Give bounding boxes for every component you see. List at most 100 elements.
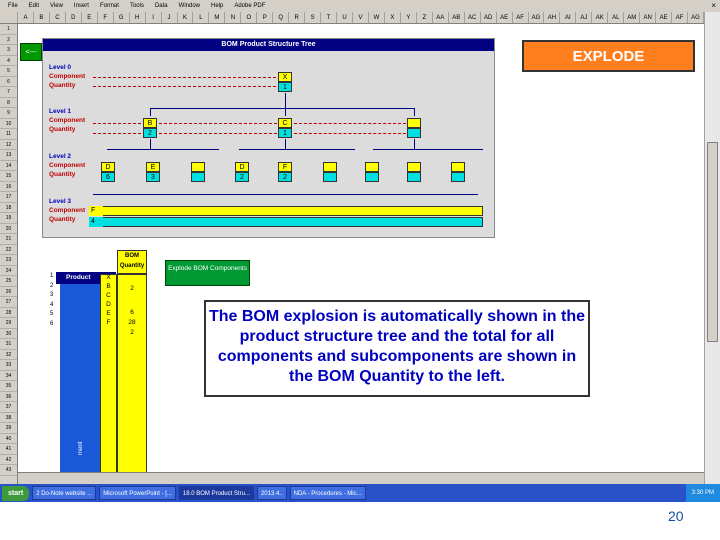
- row-header-cell[interactable]: 16: [0, 182, 17, 192]
- row-header-cell[interactable]: 38: [0, 413, 17, 423]
- column-header-cell[interactable]: AJ: [576, 12, 593, 23]
- row-header-cell[interactable]: 9: [0, 108, 17, 119]
- row-header-cell[interactable]: 10: [0, 119, 17, 129]
- column-header-cell[interactable]: AI: [560, 12, 577, 23]
- row-header-cell[interactable]: 11: [0, 129, 17, 140]
- row-header-cell[interactable]: 1: [0, 24, 17, 35]
- column-header-cell[interactable]: AH: [544, 12, 561, 23]
- sheet-tab-bar[interactable]: [18, 472, 704, 484]
- column-header-cell[interactable]: AL: [608, 12, 625, 23]
- column-header-cell[interactable]: O: [241, 12, 258, 23]
- taskbar-item[interactable]: Microsoft PowerPoint - [...: [99, 486, 176, 500]
- row-header-cell[interactable]: 33: [0, 360, 17, 371]
- column-header-cell[interactable]: D: [66, 12, 82, 23]
- column-header-cell[interactable]: AG: [529, 12, 545, 23]
- column-header-cell[interactable]: AE: [497, 12, 513, 23]
- column-header-cell[interactable]: J: [162, 12, 178, 23]
- menu-adobe-pdf[interactable]: Adobe PDF: [234, 3, 265, 9]
- row-header-cell[interactable]: 20: [0, 224, 17, 234]
- row-header-cell[interactable]: 21: [0, 234, 17, 245]
- row-header-cell[interactable]: 12: [0, 140, 17, 150]
- scroll-thumb[interactable]: [707, 142, 718, 342]
- column-header-cell[interactable]: V: [353, 12, 369, 23]
- row-header-cell[interactable]: 39: [0, 423, 17, 434]
- menu-data[interactable]: Data: [155, 3, 168, 9]
- column-header-cell[interactable]: X: [385, 12, 401, 23]
- column-header-cell[interactable]: Y: [401, 12, 417, 23]
- explode-bom-components-button[interactable]: Explode BOM Components: [165, 260, 250, 286]
- start-button[interactable]: start: [2, 485, 30, 501]
- close-icon[interactable]: ×: [711, 1, 716, 10]
- column-header-cell[interactable]: A: [18, 12, 34, 23]
- row-header-cell[interactable]: 35: [0, 381, 17, 392]
- back-button[interactable]: <---: [20, 43, 42, 61]
- row-header-cell[interactable]: 23: [0, 255, 17, 266]
- select-all-corner[interactable]: [0, 12, 18, 23]
- column-header-cell[interactable]: Q: [273, 12, 290, 23]
- row-header-cell[interactable]: 22: [0, 245, 17, 255]
- column-header-cell[interactable]: AN: [640, 12, 657, 23]
- column-header-cell[interactable]: L: [193, 12, 210, 23]
- column-header-cell[interactable]: U: [337, 12, 354, 23]
- row-header-cell[interactable]: 40: [0, 434, 17, 444]
- row-header-cell[interactable]: 7: [0, 87, 17, 98]
- column-header-cell[interactable]: AM: [624, 12, 641, 23]
- column-header-cell[interactable]: G: [114, 12, 130, 23]
- taskbar-item-active[interactable]: 18.0 BOM Product Stru...: [178, 486, 254, 500]
- column-header-cell[interactable]: B: [34, 12, 50, 23]
- row-header-cell[interactable]: 28: [0, 308, 17, 318]
- row-header-cell[interactable]: 31: [0, 339, 17, 350]
- column-header-cell[interactable]: K: [178, 12, 194, 23]
- column-header-cell[interactable]: F: [98, 12, 114, 23]
- column-header-cell[interactable]: AD: [481, 12, 497, 23]
- menu-help[interactable]: Help: [211, 3, 223, 9]
- column-header-cell[interactable]: AF: [513, 12, 529, 23]
- column-header-cell[interactable]: W: [369, 12, 385, 23]
- column-header-cell[interactable]: C: [50, 12, 66, 23]
- column-header-cell[interactable]: AE: [656, 12, 673, 23]
- row-header-cell[interactable]: 17: [0, 192, 17, 203]
- column-header-cell[interactable]: M: [209, 12, 226, 23]
- row-header-cell[interactable]: 14: [0, 161, 17, 171]
- column-header-cell[interactable]: Z: [417, 12, 433, 23]
- menu-format[interactable]: Format: [100, 3, 119, 9]
- column-header-cell[interactable]: R: [289, 12, 306, 23]
- menu-window[interactable]: Window: [179, 3, 200, 9]
- menu-tools[interactable]: Tools: [130, 3, 144, 9]
- column-header-cell[interactable]: T: [321, 12, 338, 23]
- row-header-cell[interactable]: 26: [0, 287, 17, 297]
- row-header-cell[interactable]: 4: [0, 56, 17, 66]
- row-header-cell[interactable]: 29: [0, 318, 17, 329]
- taskbar-item[interactable]: NDA - Procedures - Mic...: [289, 486, 366, 500]
- column-header-cell[interactable]: AG: [688, 12, 704, 23]
- row-header-cell[interactable]: 32: [0, 350, 17, 360]
- taskbar-item[interactable]: 2 Do-Note website ...: [32, 486, 97, 500]
- row-header-cell[interactable]: 5: [0, 66, 17, 77]
- row-header-cell[interactable]: 27: [0, 297, 17, 308]
- column-header-cell[interactable]: AA: [433, 12, 449, 23]
- column-header-cell[interactable]: H: [130, 12, 146, 23]
- row-header-cell[interactable]: 15: [0, 171, 17, 182]
- row-header-cell[interactable]: 18: [0, 203, 17, 213]
- column-header-cell[interactable]: AC: [465, 12, 481, 23]
- column-header-cell[interactable]: AB: [449, 12, 465, 23]
- column-header-cell[interactable]: AK: [592, 12, 609, 23]
- column-header-cell[interactable]: E: [82, 12, 98, 23]
- column-header-cell[interactable]: S: [305, 12, 322, 23]
- row-header-cell[interactable]: 2: [0, 35, 17, 45]
- column-header-cell[interactable]: N: [225, 12, 242, 23]
- menu-view[interactable]: View: [50, 3, 63, 9]
- row-header-cell[interactable]: 13: [0, 150, 17, 161]
- row-header-cell[interactable]: 41: [0, 444, 17, 455]
- row-header-cell[interactable]: 25: [0, 276, 17, 287]
- column-header-cell[interactable]: AF: [672, 12, 689, 23]
- row-header-cell[interactable]: 3: [0, 45, 17, 56]
- row-header-cell[interactable]: 43: [0, 465, 17, 476]
- row-header-cell[interactable]: 42: [0, 455, 17, 465]
- row-header-cell[interactable]: 30: [0, 329, 17, 339]
- row-header-cell[interactable]: 19: [0, 213, 17, 224]
- menu-insert[interactable]: Insert: [74, 3, 89, 9]
- row-header-cell[interactable]: 24: [0, 266, 17, 276]
- explode-button[interactable]: EXPLODE: [522, 40, 695, 72]
- vertical-scrollbar[interactable]: [704, 12, 720, 484]
